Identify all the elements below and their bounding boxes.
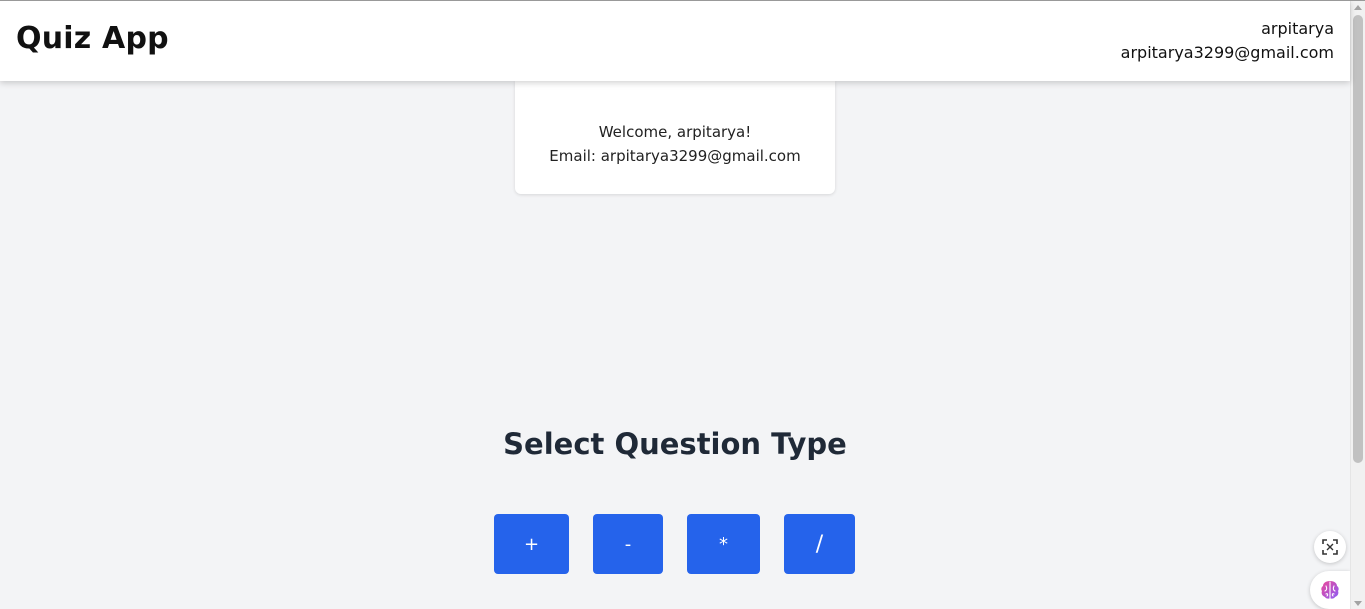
- username: arpitarya: [1261, 19, 1334, 38]
- brain-icon: [1321, 581, 1339, 599]
- scrollbar-thumb[interactable]: [1353, 15, 1363, 463]
- division-button[interactable]: /: [784, 514, 855, 574]
- assistant-button[interactable]: [1310, 571, 1350, 609]
- welcome-email: Email: arpitarya3299@gmail.com: [549, 147, 801, 165]
- welcome-message: Welcome, arpitarya!: [598, 123, 752, 141]
- user-info: arpitarya arpitarya3299@gmail.com: [1121, 17, 1334, 65]
- user-email: arpitarya3299@gmail.com: [1120, 43, 1334, 62]
- scan-icon: [1322, 539, 1338, 555]
- addition-button[interactable]: +: [494, 514, 569, 574]
- scroll-down-arrow-icon[interactable]: [1354, 601, 1362, 606]
- vertical-scrollbar[interactable]: [1350, 1, 1365, 609]
- scan-button[interactable]: [1314, 531, 1346, 563]
- multiplication-button[interactable]: *: [687, 514, 760, 574]
- app-title: Quiz App: [16, 21, 169, 56]
- welcome-card: Welcome, arpitarya! Email: arpitarya3299…: [515, 81, 835, 194]
- scroll-up-arrow-icon[interactable]: [1354, 5, 1362, 10]
- page-title: Select Question Type: [503, 427, 847, 461]
- navbar: Quiz App arpitarya arpitarya3299@gmail.c…: [0, 1, 1350, 81]
- page: Quiz App arpitarya arpitarya3299@gmail.c…: [0, 0, 1365, 609]
- subtraction-button[interactable]: -: [593, 514, 663, 574]
